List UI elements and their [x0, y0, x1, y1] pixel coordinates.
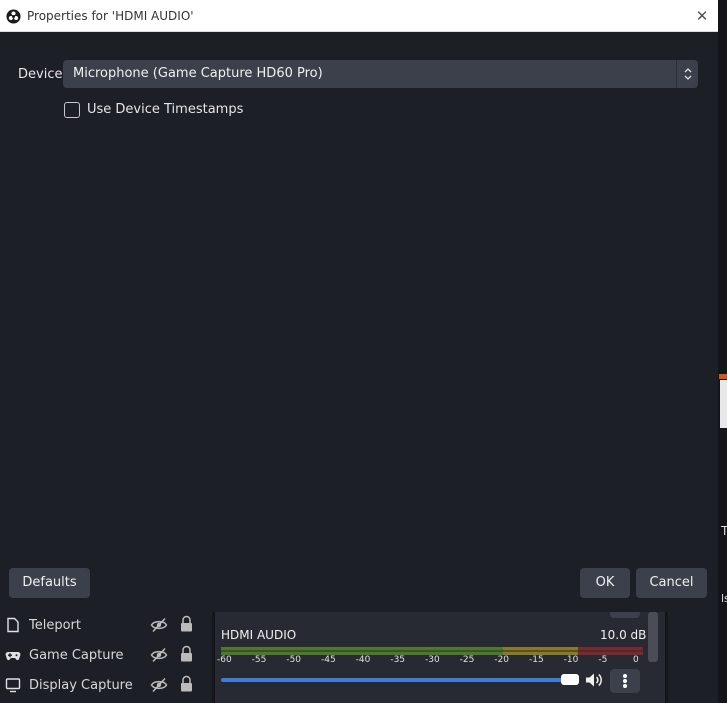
timestamps-checkbox[interactable]	[64, 102, 80, 118]
audio-mixer: HDMI AUDIO 10.0 dB -60 -55 -50 -45 -40 -35 -30…	[215, 612, 665, 703]
mixer-channel-name: HDMI AUDIO	[221, 628, 297, 642]
mixer-gain-value: 10.0 dB	[600, 628, 647, 642]
mixer-scrollbar[interactable]	[648, 612, 658, 662]
background-right-accent	[719, 374, 727, 379]
meter-tick-label: -45	[321, 655, 336, 665]
background-partial-text-2: ls	[721, 592, 727, 605]
monitor-icon	[5, 678, 21, 693]
file-icon	[7, 617, 19, 633]
meter-tick-label: 0	[633, 655, 639, 665]
obs-logo-icon	[6, 9, 21, 24]
meter-tick-label: -50	[286, 655, 302, 665]
meter-tick-label: -40	[355, 655, 371, 665]
meter-scale: -60 -55 -50 -45 -40 -35 -30 -25 -20 -15 -10 -5 0	[217, 655, 651, 667]
mixer-menu-button-above[interactable]	[610, 612, 640, 618]
source-name: Teleport	[29, 618, 81, 633]
sources-list: Teleport Game Capture Display Capture	[0, 612, 209, 703]
timestamps-label[interactable]: Use Device Timestamps	[87, 102, 243, 117]
cancel-button[interactable]: Cancel	[636, 568, 707, 598]
meter-tick-label: -20	[494, 655, 510, 665]
volume-slider-track[interactable]	[221, 678, 571, 682]
close-icon: ✕	[695, 7, 709, 25]
device-select-value: Microphone (Game Capture HD60 Pro)	[73, 66, 323, 81]
meter-tick-label: -5	[598, 655, 608, 665]
mixer-menu-button[interactable]	[610, 669, 640, 693]
controls-pane	[665, 612, 718, 703]
close-button[interactable]: ✕	[691, 5, 713, 27]
device-label: Device	[18, 67, 63, 82]
lock-icon[interactable]	[179, 615, 194, 633]
meter-tick-label: -60	[217, 655, 232, 665]
meter-tick-label: -55	[251, 655, 267, 665]
defaults-button[interactable]: Defaults	[9, 568, 90, 598]
eye-hidden-icon[interactable]	[150, 646, 168, 664]
dialog-titlebar: Properties for 'HDMI AUDIO' ✕	[0, 0, 718, 32]
eye-hidden-icon[interactable]	[150, 676, 168, 694]
meter-tick-label: -30	[425, 655, 440, 665]
list-item[interactable]: Game Capture	[0, 642, 209, 670]
meter-tick-label: -15	[529, 655, 544, 665]
source-name: Game Capture	[29, 648, 124, 663]
volume-slider-handle[interactable]	[561, 674, 579, 685]
select-arrows-icon	[676, 60, 698, 88]
background-right-preview	[720, 380, 727, 428]
device-select[interactable]: Microphone (Game Capture HD60 Pro)	[63, 60, 698, 88]
dialog-title: Properties for 'HDMI AUDIO'	[27, 9, 194, 23]
background-partial-text: T	[721, 524, 727, 538]
kebab-dot-icon	[623, 684, 627, 688]
source-name: Display Capture	[29, 678, 133, 693]
dialog-content: Device Microphone (Game Capture HD60 Pro…	[0, 32, 718, 612]
volume-meter	[221, 647, 643, 655]
speaker-icon[interactable]	[584, 671, 604, 689]
kebab-dot-icon	[623, 674, 627, 678]
list-item[interactable]: Display Capture	[0, 672, 209, 700]
eye-hidden-icon[interactable]	[150, 616, 168, 634]
meter-tick-label: -25	[459, 655, 475, 665]
meter-tick-label: -10	[563, 655, 579, 665]
list-item[interactable]: Teleport	[0, 612, 209, 640]
gamepad-icon	[5, 652, 21, 661]
lock-icon[interactable]	[179, 675, 194, 693]
ok-button[interactable]: OK	[580, 568, 630, 598]
lock-icon[interactable]	[179, 645, 194, 663]
properties-dialog: Properties for 'HDMI AUDIO' ✕ Device Mic…	[0, 0, 718, 612]
kebab-dot-icon	[623, 679, 627, 683]
obs-screen: T ls Properties for 'HDMI AUDIO' ✕ Devic…	[0, 0, 727, 703]
meter-tick-label: -35	[390, 655, 406, 665]
